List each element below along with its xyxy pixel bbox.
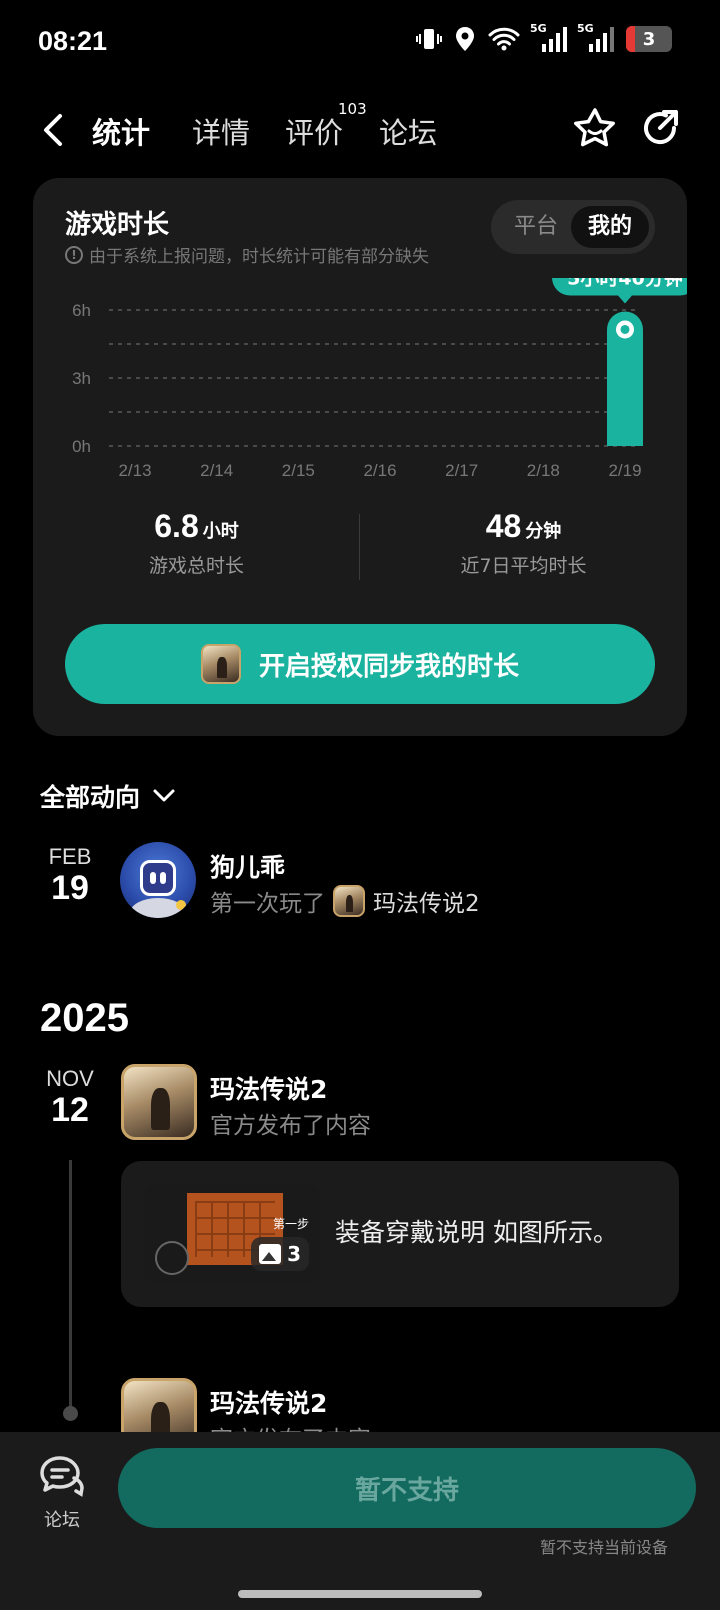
game-avatar[interactable] — [121, 1064, 197, 1140]
sync-playtime-button[interactable]: 开启授权同步我的时长 — [65, 624, 655, 704]
top-nav: 统计 详情 评价 103 论坛 — [0, 98, 720, 162]
toggle-mine[interactable]: 我的 — [571, 206, 649, 248]
sync-playtime-label: 开启授权同步我的时长 — [258, 651, 519, 682]
x-tick-label: 2/14 — [200, 461, 233, 480]
clock: 08:21 — [38, 26, 108, 56]
star-icon[interactable] — [572, 106, 618, 152]
activity-filter[interactable]: 全部动向 — [40, 778, 176, 814]
location-icon — [456, 27, 474, 51]
card-note-text: 由于系统上报问题，时长统计可能有部分缺失 — [89, 247, 429, 267]
x-tick-label: 2/16 — [363, 461, 396, 480]
bar-tooltip-arrow — [618, 295, 632, 304]
info-icon: ! — [65, 245, 83, 264]
card-title: 游戏时长 — [65, 210, 170, 240]
stats-row: 6.8 小时 游戏总时长 48 分钟 近7日平均时长 — [33, 508, 687, 588]
game-icon — [333, 885, 365, 917]
tab-stats[interactable]: 统计 — [87, 110, 155, 152]
battery-level: 3 — [642, 28, 656, 50]
back-icon[interactable] — [38, 110, 70, 150]
x-tick-label: 2/19 — [608, 461, 641, 480]
activity-action: 第一次玩了 — [210, 891, 325, 917]
total-playtime: 6.8 小时 游戏总时长 — [33, 508, 360, 578]
post-action: 官方发布了内容 — [210, 1113, 371, 1139]
post-card[interactable]: 第一步 3 装备穿戴说明 如图所示。 — [121, 1161, 679, 1307]
year-header: 2025 — [40, 996, 129, 1040]
date-day: 12 — [51, 1091, 89, 1129]
tab-forum[interactable]: 论坛 — [379, 110, 437, 152]
x-tick-label: 2/13 — [118, 461, 151, 480]
game-icon — [200, 644, 241, 684]
toggle-platform[interactable]: 平台 — [497, 206, 575, 248]
activity-date: FEB 19 — [40, 844, 100, 906]
unsupported-note: 暂不支持当前设备 — [539, 1538, 668, 1557]
forum-icon[interactable] — [38, 1454, 86, 1498]
total-unit: 小时 — [202, 521, 239, 542]
activity-filter-label: 全部动向 — [40, 783, 141, 812]
date-month: FEB — [48, 844, 92, 869]
y-tick-label: 3h — [72, 369, 91, 388]
game-publisher-name[interactable]: 玛法传说2 — [210, 1070, 327, 1106]
signal-icon: 5G — [530, 22, 567, 52]
share-icon[interactable] — [638, 106, 682, 150]
avg-value: 48 — [485, 508, 522, 544]
timeline-dot — [63, 1406, 78, 1421]
avg-playtime: 48 分钟 近7日平均时长 — [360, 508, 687, 578]
image-count-badge: 3 — [251, 1237, 309, 1271]
activity-desc: 第一次玩了 玛法传说2 — [210, 884, 480, 918]
x-tick-label: 2/17 — [445, 461, 478, 480]
avg-unit: 分钟 — [525, 521, 562, 542]
unsupported-button[interactable]: 暂不支持 — [118, 1448, 696, 1528]
playtime-card: 游戏时长 ! 由于系统上报问题，时长统计可能有部分缺失 平台 我的 0h 3h 6h… — [33, 178, 687, 736]
avatar[interactable] — [120, 842, 196, 918]
tab-details[interactable]: 详情 — [192, 110, 250, 152]
image-count: 3 — [287, 1242, 301, 1266]
post-image[interactable]: 第一步 3 — [145, 1185, 319, 1283]
image-caption: 第一步 — [273, 1217, 310, 1231]
image-icon — [259, 1244, 282, 1264]
data-label: 5小时40分钟 — [567, 278, 683, 289]
card-note: ! 由于系统上报问题，时长统计可能有部分缺失 — [65, 242, 429, 267]
total-label: 游戏总时长 — [148, 555, 244, 577]
post-date: NOV 12 — [40, 1066, 100, 1128]
signal-icon: 5G — [577, 22, 614, 52]
x-tick-label: 2/15 — [282, 461, 315, 480]
playtime-chart: 0h 3h 6h 2/13 2/14 2/15 2/16 2/17 2/18 2/19 5小时40分… — [72, 278, 687, 480]
timeline-line — [69, 1160, 72, 1420]
chevron-down-icon — [153, 789, 175, 802]
y-tick-label: 0h — [72, 437, 91, 456]
y-tick-label: 6h — [72, 301, 91, 320]
home-indicator[interactable] — [238, 1590, 482, 1598]
status-bar: 08:21 5G 5G 3 — [0, 0, 720, 88]
network-type: 5G — [577, 22, 594, 35]
x-tick-label: 2/18 — [527, 461, 560, 480]
bar-highlight-dot-inner — [620, 324, 630, 334]
game-publisher-name[interactable]: 玛法传说2 — [210, 1384, 327, 1420]
status-icons: 5G 5G 3 — [416, 22, 672, 52]
tab-reviews[interactable]: 评价 — [285, 110, 343, 152]
wifi-icon — [488, 27, 520, 51]
date-month: NOV — [46, 1066, 94, 1091]
avg-label: 近7日平均时长 — [460, 555, 587, 577]
network-type: 5G — [530, 22, 547, 35]
vibrate-icon — [416, 29, 442, 49]
bottom-bar: 论坛 暂不支持 暂不支持当前设备 — [0, 1432, 720, 1610]
battery-icon: 3 — [626, 26, 672, 52]
user-name[interactable]: 狗儿乖 — [210, 848, 285, 884]
post-text: 装备穿戴说明 如图所示。 — [335, 1218, 618, 1247]
review-count-badge: 103 — [338, 100, 367, 118]
forum-label[interactable]: 论坛 — [40, 1506, 84, 1532]
source-toggle[interactable]: 平台 我的 — [491, 200, 655, 254]
total-value: 6.8 — [154, 508, 199, 544]
date-day: 19 — [51, 869, 89, 907]
game-name[interactable]: 玛法传说2 — [373, 884, 480, 918]
